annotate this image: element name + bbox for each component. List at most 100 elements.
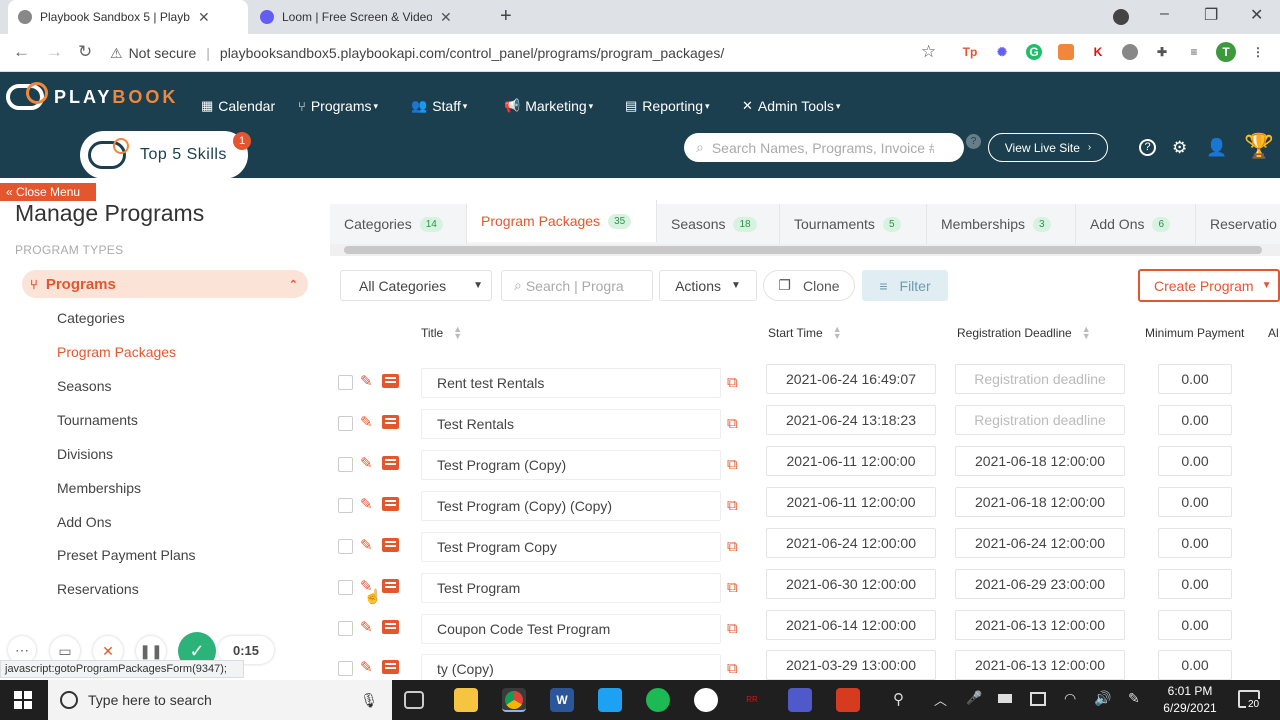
tab-add-ons[interactable]: Add Ons 6 <box>1076 204 1196 244</box>
org-switcher[interactable]: Top 5 Skills <box>80 131 248 179</box>
extension-k-icon[interactable]: K <box>1090 44 1106 60</box>
sidebar-item-add-ons[interactable]: Add Ons <box>57 514 111 530</box>
column-header-start-time[interactable]: Start Time ▲ ▼ <box>768 325 842 341</box>
external-link-icon[interactable]: ⧉ <box>727 415 745 432</box>
column-header-truncated[interactable]: Al <box>1268 326 1279 340</box>
close-tab-icon[interactable]: ✕ <box>198 9 210 26</box>
global-search-input[interactable]: ⌕ Search Names, Programs, Invoice # <box>684 133 964 162</box>
nav-calendar[interactable]: ▦ Calendar <box>201 98 275 114</box>
list-icon[interactable] <box>382 415 399 429</box>
taskbar-search-input[interactable]: Type here to search 🎙 <box>48 680 392 720</box>
row-checkbox[interactable] <box>338 498 353 513</box>
minimum-payment-field[interactable]: 0.00 <box>1158 569 1232 599</box>
program-title-field[interactable]: Test Program (Copy) (Copy) <box>421 491 721 521</box>
category-select[interactable]: All Categories ▼ <box>340 270 492 301</box>
start-time-field[interactable]: 2021-06-30 12:00:00 <box>766 569 936 599</box>
registration-deadline-field[interactable]: 2021-06-18 12:00:00 <box>955 487 1125 517</box>
extension-icon[interactable] <box>1122 44 1138 60</box>
back-icon[interactable]: ← <box>13 42 30 62</box>
url-field[interactable]: ⚠ Not secure | playbooksandbox5.playbook… <box>110 40 946 66</box>
nav-staff[interactable]: 👥 Staff ▾ <box>411 98 467 114</box>
restore-icon[interactable]: ❐ <box>1204 5 1218 25</box>
sidebar-item-tournaments[interactable]: Tournaments <box>57 412 138 428</box>
list-icon[interactable] <box>382 660 399 674</box>
browser-tab-playbook[interactable]: Playbook Sandbox 5 | Playbook E ✕ <box>8 0 248 34</box>
playbook-logo[interactable]: PLAY BOOK <box>6 82 178 110</box>
program-title-field[interactable]: Test Program (Copy) <box>421 450 721 480</box>
start-time-field[interactable]: 2021-06-24 16:49:07 <box>766 364 936 394</box>
registration-deadline-field[interactable]: 2021-06-29 23:00:00 <box>955 569 1125 599</box>
column-header-minimum-payment[interactable]: Minimum Payment <box>1145 326 1244 340</box>
nav-programs[interactable]: ⑂ Programs ▾ <box>298 98 378 114</box>
edit-icon[interactable]: ✎ <box>360 536 377 554</box>
sidebar-item-divisions[interactable]: Divisions <box>57 446 113 462</box>
start-time-field[interactable]: 2021-03-29 13:00:00 <box>766 650 936 680</box>
column-header-registration-deadline[interactable]: Registration Deadline ▲ ▼ <box>957 325 1091 341</box>
grammarly-icon[interactable]: G <box>1026 44 1042 60</box>
security-icon[interactable] <box>1030 692 1046 706</box>
row-checkbox[interactable] <box>338 375 353 390</box>
tab-seasons[interactable]: Seasons 18 <box>657 204 780 244</box>
program-title-field[interactable]: Test Rentals <box>421 409 721 439</box>
sidebar-item-categories[interactable]: Categories <box>57 310 125 326</box>
chrome-icon[interactable] <box>502 688 526 712</box>
list-icon[interactable] <box>382 374 399 388</box>
registration-deadline-field[interactable]: Registration deadline <box>955 364 1125 394</box>
row-checkbox[interactable] <box>338 661 353 676</box>
loom-extension-icon[interactable]: ✺ <box>994 44 1010 60</box>
sidebar-item-seasons[interactable]: Seasons <box>57 378 111 394</box>
program-title-field[interactable]: Test Program <box>421 573 721 603</box>
registration-deadline-field[interactable]: 2021-06-13 12:00:00 <box>955 610 1125 640</box>
external-link-icon[interactable]: ⧉ <box>727 579 745 596</box>
people-icon[interactable]: ⚲ <box>893 690 904 708</box>
close-menu-button[interactable]: « Close Menu <box>0 183 96 201</box>
view-live-site-button[interactable]: View Live Site › <box>988 133 1108 162</box>
registration-deadline-field[interactable]: 2021-06-13 12:00:00 <box>955 650 1125 680</box>
slack-icon[interactable] <box>694 688 718 712</box>
external-link-icon[interactable]: ⧉ <box>727 456 745 473</box>
row-checkbox[interactable] <box>338 539 353 554</box>
list-icon[interactable] <box>382 497 399 511</box>
external-link-icon[interactable]: ⧉ <box>727 538 745 555</box>
twitter-icon[interactable] <box>598 688 622 712</box>
start-time-field[interactable]: 2021-06-24 13:18:23 <box>766 405 936 435</box>
edit-icon[interactable]: ✎ <box>360 495 377 513</box>
chevron-up-icon[interactable]: ︿ <box>934 690 947 709</box>
puzzle-icon[interactable]: ✚ <box>1154 44 1170 60</box>
close-window-icon[interactable]: ✕ <box>1250 5 1263 25</box>
row-checkbox[interactable] <box>338 621 353 636</box>
edit-icon[interactable]: ✎ <box>360 413 377 431</box>
profile-dropdown-icon[interactable] <box>1113 9 1129 25</box>
minimum-payment-field[interactable]: 0.00 <box>1158 487 1232 517</box>
program-search-input[interactable]: ⌕ Search | Progra <box>501 270 653 301</box>
search-help-icon[interactable]: ? <box>966 134 981 149</box>
create-program-button[interactable]: Create Program ▼ <box>1138 269 1280 302</box>
word-icon[interactable]: W <box>550 688 574 712</box>
external-link-icon[interactable]: ⧉ <box>727 620 745 637</box>
sidebar-item-program-packages[interactable]: Program Packages <box>57 344 176 360</box>
start-time-field[interactable]: 2021-06-11 12:00:00 <box>766 446 936 476</box>
extension-icon[interactable] <box>1058 44 1074 60</box>
registration-deadline-field[interactable]: 2021-06-18 12:00:00 <box>955 446 1125 476</box>
program-title-field[interactable]: Rent test Rentals <box>421 368 721 398</box>
avatar[interactable]: T <box>1216 42 1236 62</box>
system-clock[interactable]: 6:01 PM 6/29/2021 <box>1160 683 1220 717</box>
sidebar-item-memberships[interactable]: Memberships <box>57 480 141 496</box>
tab-categories[interactable]: Categories 14 <box>330 204 467 244</box>
browser-tab-loom[interactable]: Loom | Free Screen & Video Reco ✕ <box>250 0 490 34</box>
minimize-icon[interactable]: – <box>1160 5 1169 23</box>
minimum-payment-field[interactable]: 0.00 <box>1158 650 1232 680</box>
add-user-icon[interactable]: 👤 <box>1206 138 1227 158</box>
actions-dropdown[interactable]: Actions ▼ <box>659 270 757 301</box>
scrollbar-thumb[interactable] <box>344 246 1262 254</box>
close-tab-icon[interactable]: ✕ <box>440 9 452 26</box>
minimum-payment-field[interactable]: 0.00 <box>1158 528 1232 558</box>
registration-deadline-field[interactable]: Registration deadline <box>955 405 1125 435</box>
windows-start-icon[interactable] <box>14 691 32 709</box>
sidebar-item-preset-payment-plans[interactable]: Preset Payment Plans <box>57 547 196 563</box>
spotify-icon[interactable] <box>646 688 670 712</box>
sidebar-item-reservations[interactable]: Reservations <box>57 581 139 597</box>
start-time-field[interactable]: 2021-06-14 12:00:00 <box>766 610 936 640</box>
file-explorer-icon[interactable] <box>454 688 478 712</box>
edit-icon[interactable]: ✎ <box>360 372 377 390</box>
